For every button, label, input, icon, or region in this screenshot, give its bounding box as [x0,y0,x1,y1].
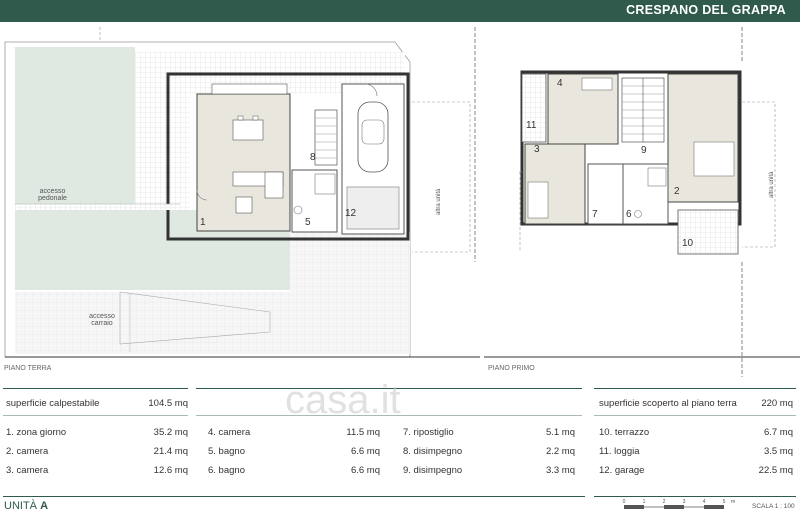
garden-north [15,47,135,207]
page-title: CRESPANO DEL GRAPPA [626,3,786,17]
table-row: 1. zona giorno 35.2 mq [4,423,190,442]
room-name: 2. camera [6,446,49,457]
room-number-9: 9 [641,145,647,156]
walkable-label: superficie calpestabile [6,398,100,409]
room-area: 3.3 mq [545,465,575,476]
neighbor-unit-label-first: altra unità [769,171,775,198]
unit-letter: A [40,500,49,512]
table-row: 11. loggia 3.5 mq [597,442,795,461]
watermark-logo: casa.it [285,378,401,422]
room-number-10: 10 [682,238,694,249]
pedestrian-access-label: accesso pedonale [38,188,67,202]
room-area: 6.6 mq [350,446,380,457]
room-number-8: 8 [310,152,316,163]
ground-floor-plan [4,27,480,358]
rooms-column-1: 1. zona giorno 35.2 mq 2. camera 21.4 mq 3… [4,423,190,480]
room-area: 3.5 mq [763,446,793,457]
rooms-column-4: 10. terrazzo 6.7 mq 11. loggia 3.5 mq 12. … [597,423,795,480]
scale-label: SCALA 1 : 100 [752,503,795,510]
room-name: 1. zona giorno [6,427,67,438]
table-row: 7. ripostiglio 5.1 mq [401,423,577,442]
room-number-11: 11 [526,120,537,131]
first-floor-plan [484,27,800,377]
scale-tick: 1 [643,499,646,505]
scale-tick: 2 [663,499,666,505]
table-row: 10. terrazzo 6.7 mq [597,423,795,442]
scale-bar: 0 1 2 3 4 5 m [623,499,735,509]
room-name: 5. bagno [208,446,245,457]
header-bar: CRESPANO DEL GRAPPA [0,0,800,22]
table-row: 6. bagno 6.6 mq [206,461,382,480]
walkable-value: 104.5 mq [148,398,188,409]
uncovered-area-row: superficie scoperto al piano terra 220 m… [597,394,795,413]
vehicle-access-label: accesso carraio [89,313,115,327]
room-name: 7. ripostiglio [403,427,454,438]
room-number-5: 5 [305,217,311,228]
room-name: 8. disimpegno [403,446,463,457]
room-number-6: 6 [626,209,632,220]
unit-label: UNITÀ A [4,500,49,512]
room-area: 11.5 mq [346,427,380,438]
table-row: 12. garage 22.5 mq [597,461,795,480]
room-area: 35.2 mq [153,427,188,438]
car-icon [357,101,389,173]
room-area: 2.2 mq [545,446,575,457]
scale-tick: 5 [723,499,726,505]
scale-tick: 3 [683,499,686,505]
room-number-2: 2 [674,186,680,197]
room-number-7: 7 [592,209,598,220]
room-2 [667,73,739,203]
room-name: 10. terrazzo [599,427,650,438]
room-area: 12.6 mq [153,465,188,476]
room-number-4: 4 [557,78,563,89]
room-number-12: 12 [345,208,357,219]
neighbor-unit-label-ground: altra unità [436,188,442,215]
room-number-1: 1 [200,217,206,228]
room-area: 22.5 mq [758,465,793,476]
room-name: 12. garage [599,465,645,476]
scale-unit: m [731,499,735,505]
room-name: 11. loggia [599,446,640,457]
scale-tick: 4 [703,499,706,505]
room-area: 21.4 mq [153,446,188,457]
uncovered-value: 220 mq [761,398,793,409]
first-floor-label: PIANO PRIMO [488,365,535,372]
table-row: 9. disimpegno 3.3 mq [401,461,577,480]
room-name: 9. disimpegno [403,465,463,476]
ground-floor-label: PIANO TERRA [4,365,52,372]
floor-plans [4,27,800,377]
table-row: 3. camera 12.6 mq [4,461,190,480]
room-name: 3. camera [6,465,49,476]
uncovered-label: superficie scoperto al piano terra [599,398,737,409]
table-row: 8. disimpegno 2.2 mq [401,442,577,461]
table-row: 2. camera 21.4 mq [4,442,190,461]
room-name: 6. bagno [208,465,245,476]
driveway [15,292,410,354]
scale-tick: 0 [623,499,626,505]
room-name: 4. camera [208,427,251,438]
loggia [521,73,547,143]
room-area: 5.1 mq [545,427,575,438]
rooms-column-2: 4. camera 11.5 mq 5. bagno 6.6 mq 6. bagno… [206,423,382,480]
room-area: 6.6 mq [350,465,380,476]
room-number-3: 3 [534,144,540,155]
table-row: 4. camera 11.5 mq [206,423,382,442]
room-area: 6.7 mq [763,427,793,438]
rooms-column-3: 7. ripostiglio 5.1 mq 8. disimpegno 2.2 mq… [401,423,577,480]
table-row: 5. bagno 6.6 mq [206,442,382,461]
walkable-area-row: superficie calpestabile 104.5 mq [4,394,190,413]
